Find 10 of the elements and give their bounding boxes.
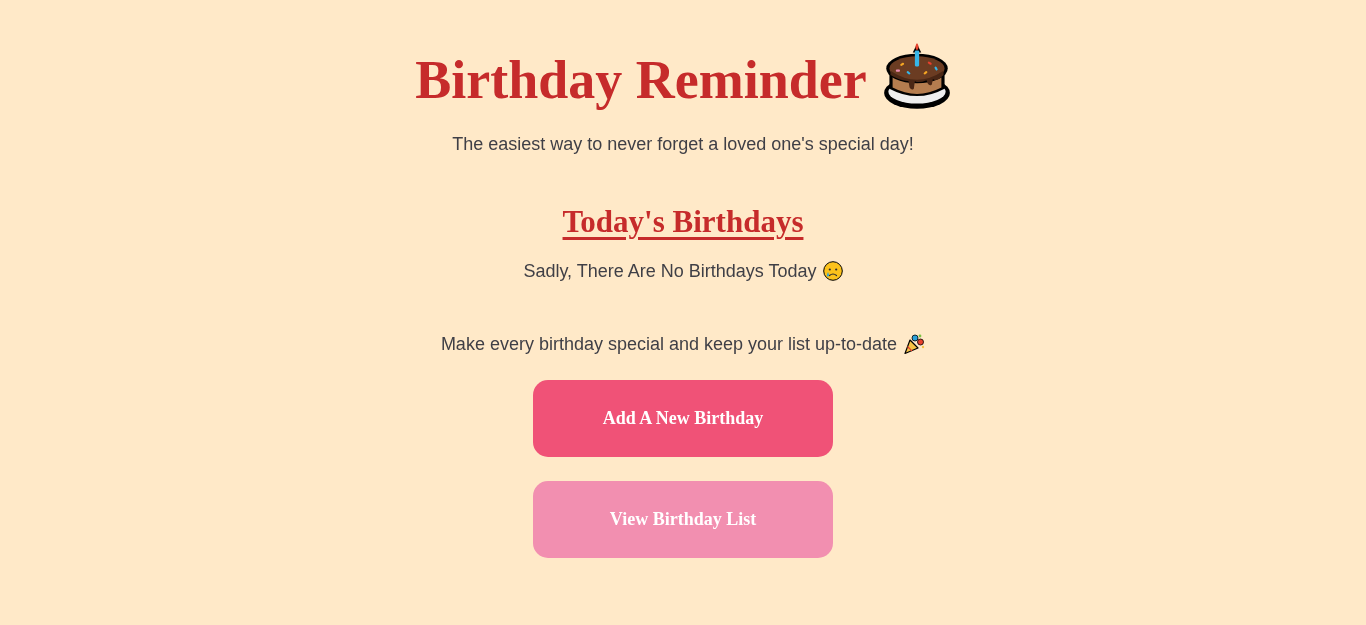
add-birthday-button[interactable]: Add A New Birthday <box>533 380 833 457</box>
crying-face-icon <box>822 261 843 281</box>
subtitle-text: The easiest way to never forget a loved one's special day! <box>452 133 914 156</box>
cake-icon <box>882 42 951 112</box>
party-popper-icon <box>903 333 926 355</box>
page-title: Birthday Reminder <box>415 49 867 112</box>
view-list-button[interactable]: View Birthday List <box>533 481 833 558</box>
section-heading: Today's Birthdays <box>562 203 804 241</box>
tagline-text: Make every birthday special and keep your list up-to-date <box>440 333 898 356</box>
no-birthdays-message: Sadly, There Are No Birthdays Today <box>523 260 817 283</box>
